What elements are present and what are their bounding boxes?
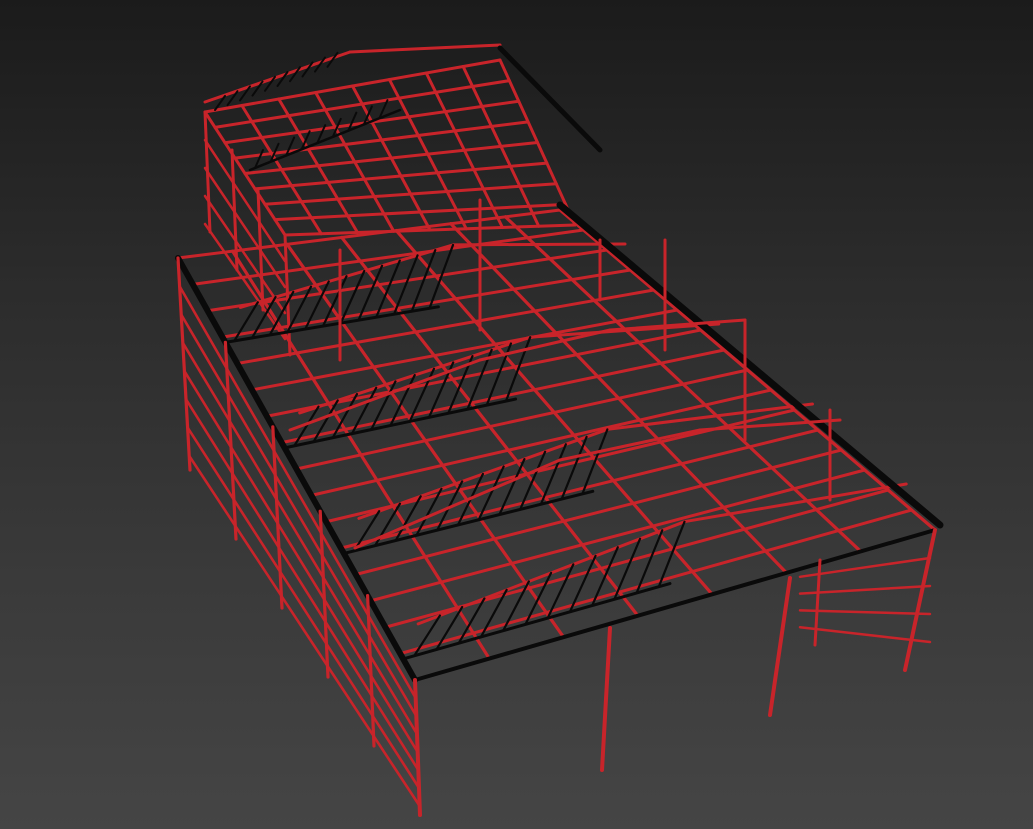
ridge-chord [608, 318, 747, 332]
wall-girt [203, 110, 287, 237]
ridge-chord [353, 458, 562, 550]
3d-viewport[interactable] [0, 0, 1033, 829]
eave-beam [497, 45, 603, 153]
wireframe-model [175, 43, 944, 817]
portal-column [768, 576, 792, 717]
wall-girt [178, 284, 417, 700]
truss-chord [223, 305, 440, 344]
gable-rafter [348, 43, 502, 54]
truss-web [289, 66, 301, 83]
eave-beam [556, 201, 944, 529]
roof-rafter [273, 202, 568, 222]
wall-girt [798, 625, 932, 644]
main-block [175, 198, 944, 817]
portal-column [413, 678, 422, 817]
portal-column [903, 528, 937, 672]
wall-column [813, 558, 822, 647]
wall-girt [184, 398, 420, 772]
wall-girt [798, 609, 932, 616]
roof-purlin [309, 388, 773, 497]
roof-rafter [233, 120, 530, 160]
truss-chord [401, 582, 672, 661]
gable-rafter [203, 50, 352, 104]
wall-column [176, 256, 192, 472]
roof-rafter [263, 182, 558, 206]
wall-girt [179, 313, 418, 718]
portal-column [600, 626, 612, 772]
